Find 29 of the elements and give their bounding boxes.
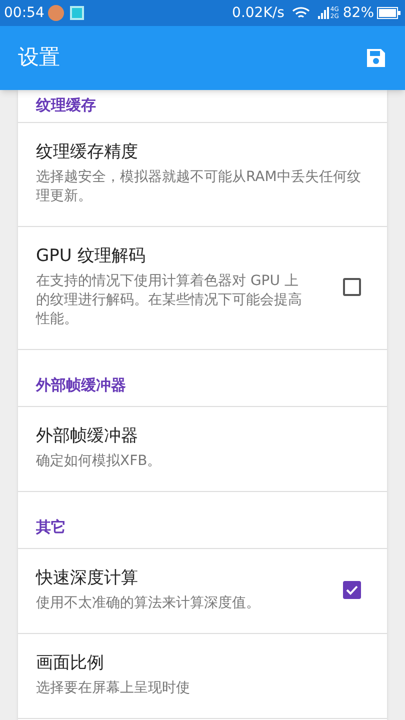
setting-description: 选择越安全，模拟器就越不可能从RAM中丢失任何纹理更新。 [36, 168, 362, 206]
section-header: 其它 [36, 518, 66, 536]
setting-title: 快速深度计算 [36, 567, 139, 590]
setting-title: 纹理缓存精度 [36, 141, 139, 164]
checkbox[interactable] [343, 580, 361, 598]
wifi-icon [292, 6, 310, 20]
setting-description: 使用不太准确的算法来计算深度值。 [36, 594, 261, 613]
section-header: 外部帧缓冲器 [36, 376, 126, 394]
signal-icon [318, 6, 330, 20]
network-speed: 0.02K/s [232, 4, 284, 22]
setting-title: 外部帧缓冲器 [36, 425, 139, 448]
battery-icon [377, 7, 401, 19]
setting-description: 选择要在屏幕上呈现时使 [36, 679, 191, 698]
save-icon[interactable] [365, 47, 387, 69]
screen-title: 设置 [18, 44, 61, 72]
settings-row[interactable]: 纹理缓存精度 选择越安全，模拟器就越不可能从RAM中丢失任何纹理更新。 [18, 123, 387, 227]
section-header: 纹理缓存 [36, 96, 96, 114]
settings-row[interactable]: 快速深度计算 使用不太准确的算法来计算深度值。 [18, 549, 387, 634]
battery-level: 82% [342, 4, 374, 22]
clock: 00:54 [4, 4, 44, 22]
checkbox[interactable] [343, 278, 361, 296]
setting-description: 在支持的情况下使用计算着色器对 GPU 上的纹理进行解码。在某些情况下可能会提高性能。 [36, 272, 303, 329]
settings-row[interactable]: 画面比例 选择要在屏幕上呈现时使 [18, 634, 387, 719]
setting-description: 确定如何模拟XFB。 [36, 452, 162, 471]
settings-row[interactable]: 外部帧缓冲器 确定如何模拟XFB。 [18, 407, 387, 492]
setting-title: 画面比例 [36, 652, 105, 675]
settings-row[interactable]: GPU 纹理解码 在支持的情况下使用计算着色器对 GPU 上的纹理进行解码。在某些情况下可能会提高性能。 [18, 227, 387, 350]
screenshot-icon [70, 6, 84, 20]
setting-title: GPU 纹理解码 [36, 245, 146, 268]
